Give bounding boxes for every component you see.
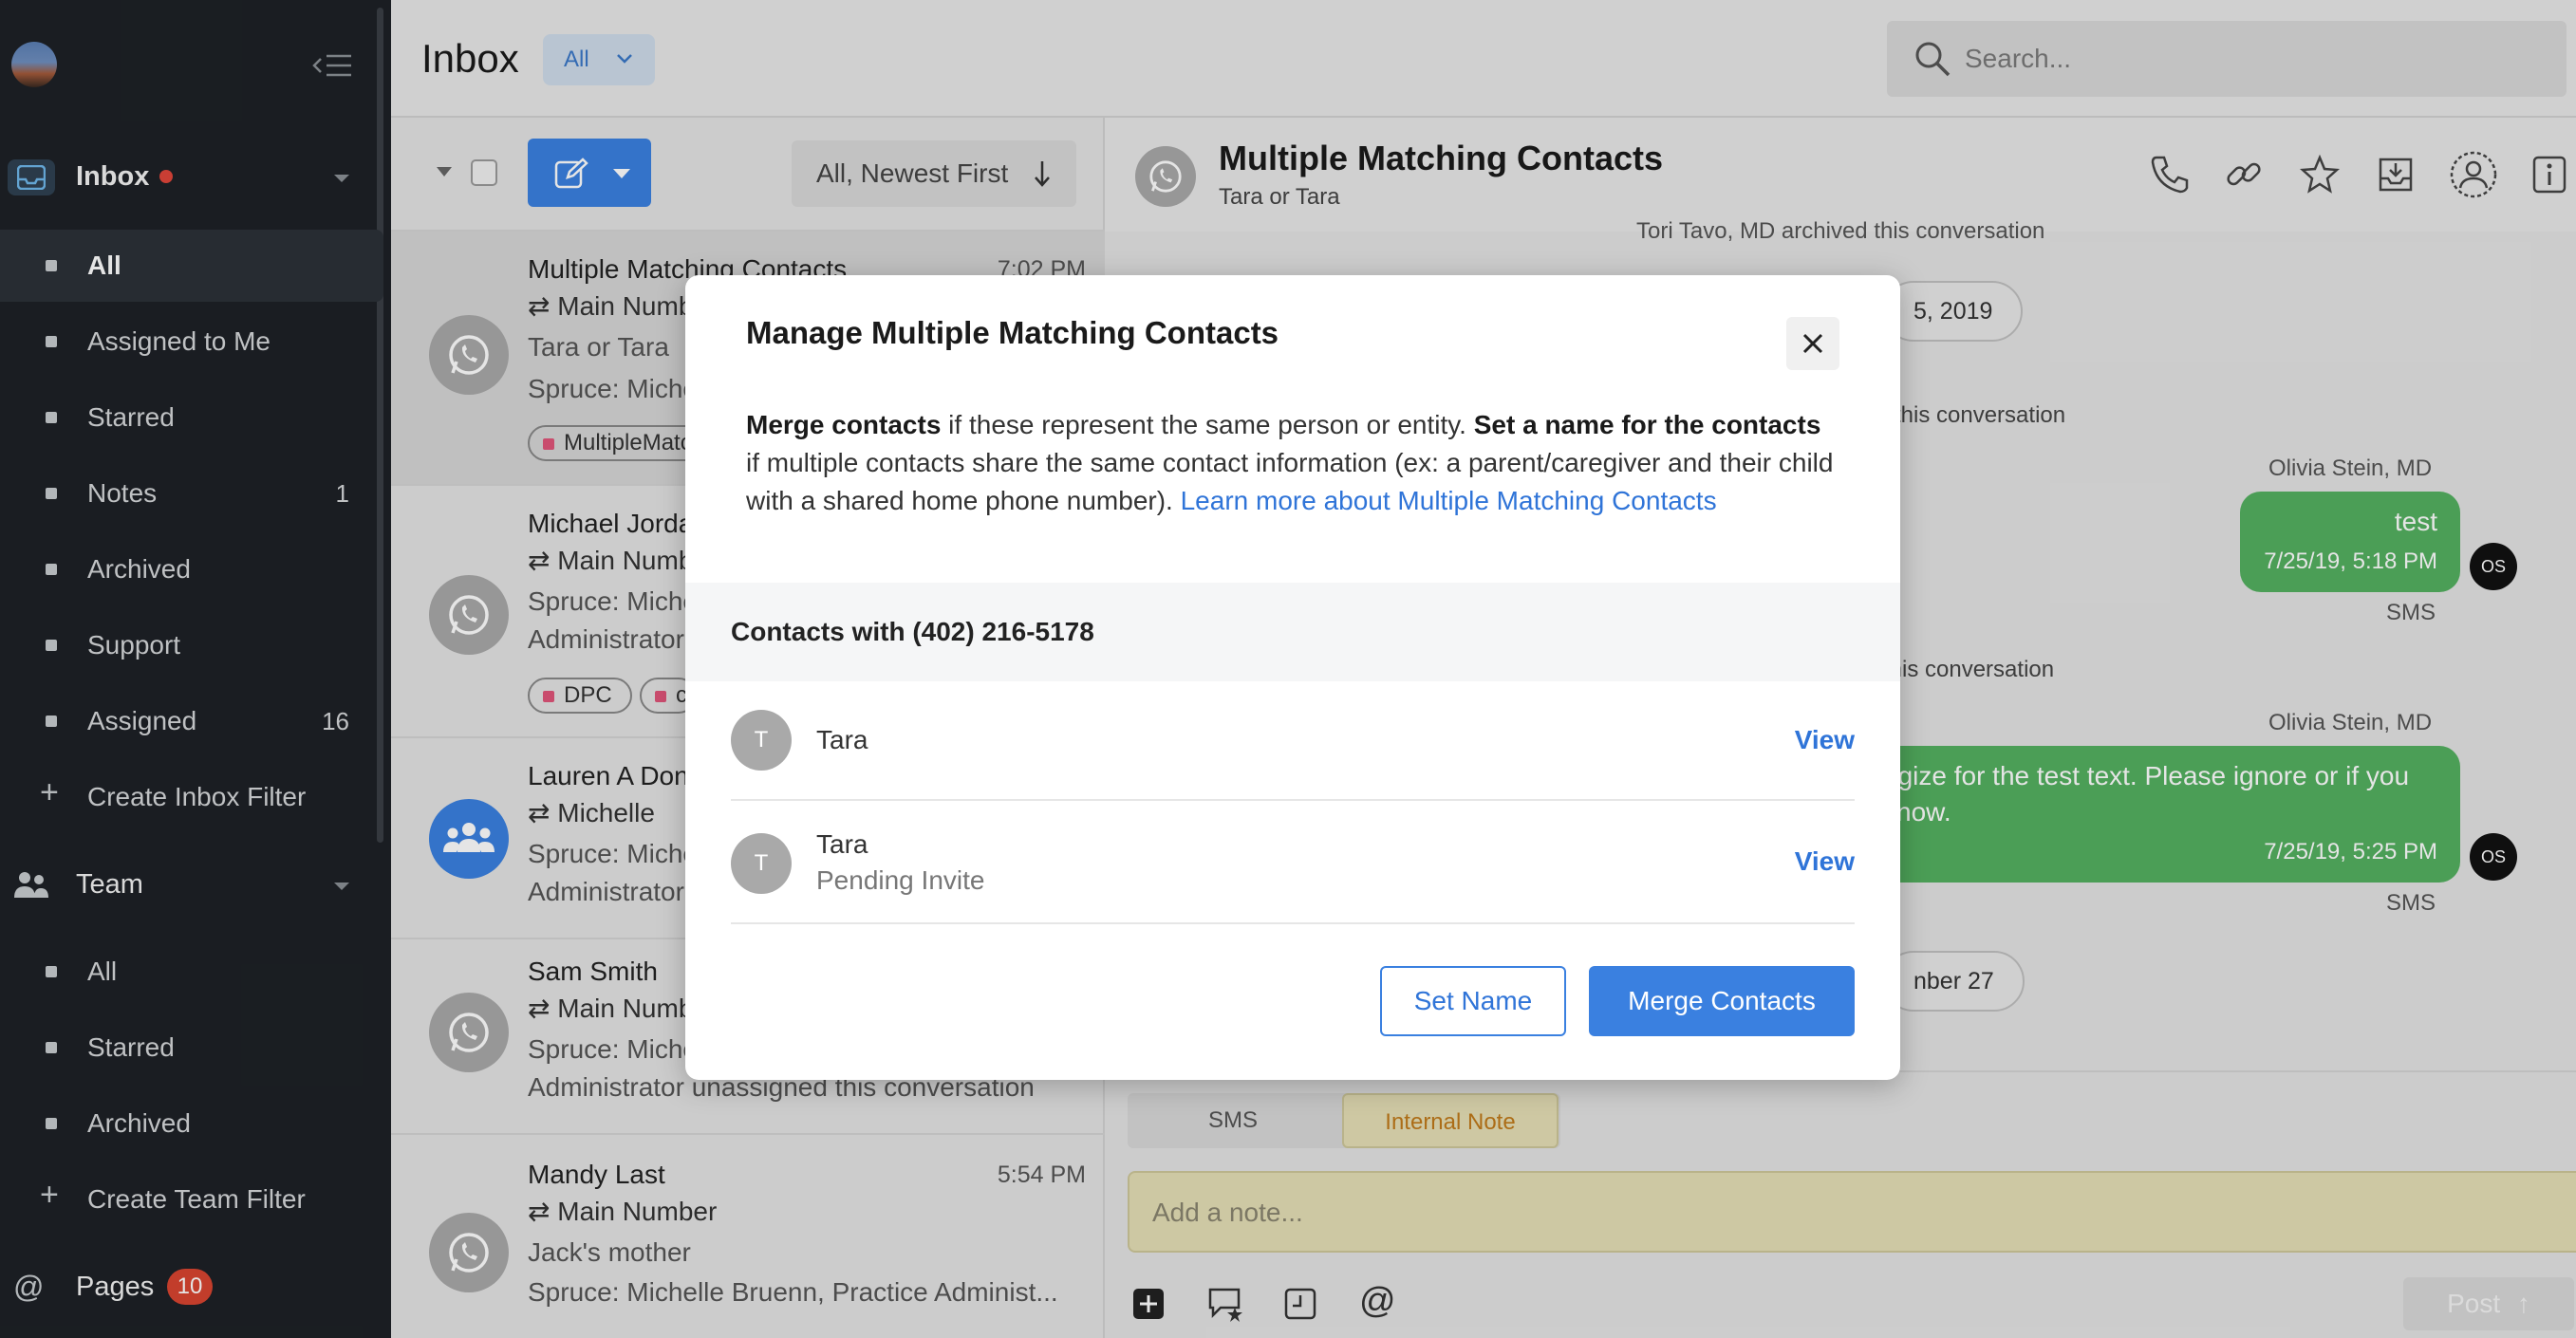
contact-name: Tara <box>816 829 868 859</box>
contact-name: Tara <box>816 725 868 754</box>
learn-more-link[interactable]: Learn more about Multiple Matching Conta… <box>1181 486 1717 515</box>
contact-row[interactable]: T Tara View <box>731 681 1855 801</box>
desc-name-bold: Set a name for the contacts <box>1473 410 1821 439</box>
contact-avatar: T <box>731 710 792 771</box>
close-icon <box>1802 333 1823 354</box>
contacts-group-header: Contacts with (402) 216-5178 <box>685 583 1900 681</box>
contact-avatar: T <box>731 833 792 894</box>
desc-merge-bold: Merge contacts <box>746 410 942 439</box>
manage-contacts-modal: Manage Multiple Matching Contacts Merge … <box>685 275 1900 1080</box>
view-contact-button[interactable]: View <box>1795 846 1855 877</box>
view-contact-button[interactable]: View <box>1795 725 1855 755</box>
contact-status: Pending Invite <box>816 865 985 895</box>
contact-row[interactable]: T Tara Pending Invite View <box>731 801 1855 924</box>
desc-merge-text: if these represent the same person or en… <box>941 410 1474 439</box>
close-button[interactable] <box>1786 317 1839 370</box>
modal-title: Manage Multiple Matching Contacts <box>746 315 1279 350</box>
merge-contacts-button[interactable]: Merge Contacts <box>1589 966 1855 1036</box>
modal-description: Merge contacts if these represent the sa… <box>746 406 1838 520</box>
group-header-label: Contacts with (402) 216-5178 <box>731 617 1094 646</box>
set-name-button[interactable]: Set Name <box>1380 966 1566 1036</box>
